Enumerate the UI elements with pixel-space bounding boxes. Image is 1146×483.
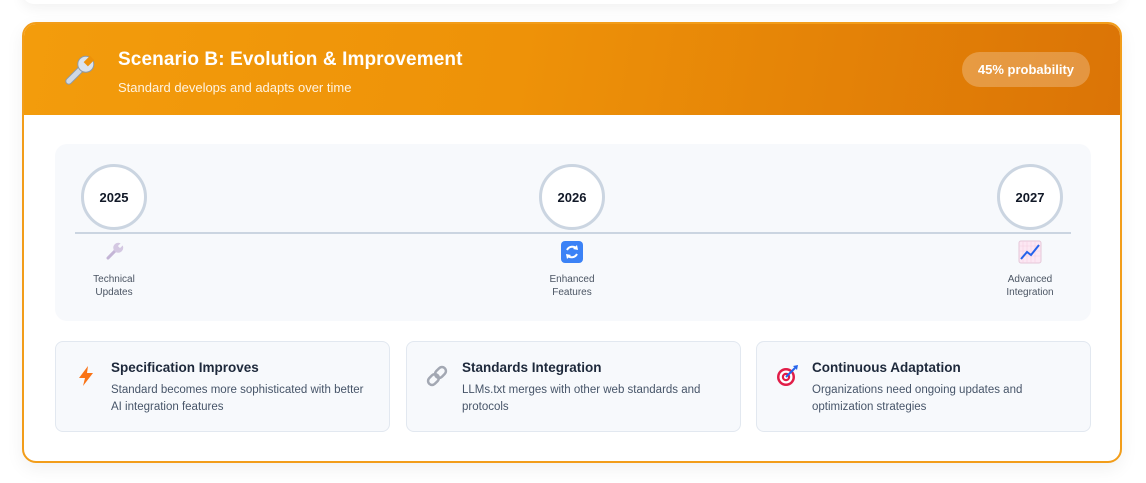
wrench-icon [106, 242, 124, 260]
milestone-label: Enhanced Features [549, 274, 595, 298]
lightning-icon [79, 366, 93, 386]
refresh-icon [561, 241, 583, 263]
feature-title: Continuous Adaptation [812, 360, 961, 375]
feature-description: LLMs.txt merges with other web standards… [462, 384, 701, 413]
milestone-2025: 2025 Technical Updates [64, 164, 164, 299]
timeline: 2025 Technical Updates 2026 Enhanced Fea… [55, 144, 1091, 321]
scenario-header: Scenario B: Evolution & Improvement Stan… [24, 24, 1120, 115]
previous-card-edge [22, 0, 1122, 4]
scenario-subtitle: Standard develops and adapts over time [118, 80, 352, 95]
feature-description: Standard becomes more sophisticated with… [111, 384, 364, 413]
milestone-2027: 2027 Advanced Integration [980, 164, 1080, 299]
feature-card-specification: Specification Improves Standard becomes … [55, 341, 390, 432]
scenario-card: Scenario B: Evolution & Improvement Stan… [22, 22, 1122, 463]
target-icon [777, 365, 798, 386]
wrench-icon [65, 55, 95, 85]
feature-description: Organizations need ongoing updates and o… [812, 384, 1023, 413]
milestone-label: Advanced Integration [1006, 274, 1054, 298]
milestone-label: Technical Updates [93, 274, 135, 298]
year-circle: 2026 [539, 164, 605, 230]
feature-title: Standards Integration [462, 360, 602, 375]
link-icon [426, 365, 448, 387]
chart-up-icon [1018, 240, 1042, 264]
probability-badge: 45% probability [961, 52, 1090, 87]
feature-title: Specification Improves [111, 360, 259, 375]
year-circle: 2027 [997, 164, 1063, 230]
feature-card-standards: Standards Integration LLMs.txt merges wi… [406, 341, 741, 432]
scenario-title: Scenario B: Evolution & Improvement [118, 49, 463, 70]
milestone-2026: 2026 Enhanced Features [522, 164, 622, 299]
year-circle: 2025 [81, 164, 147, 230]
feature-card-adaptation: Continuous Adaptation Organizations need… [756, 341, 1091, 432]
